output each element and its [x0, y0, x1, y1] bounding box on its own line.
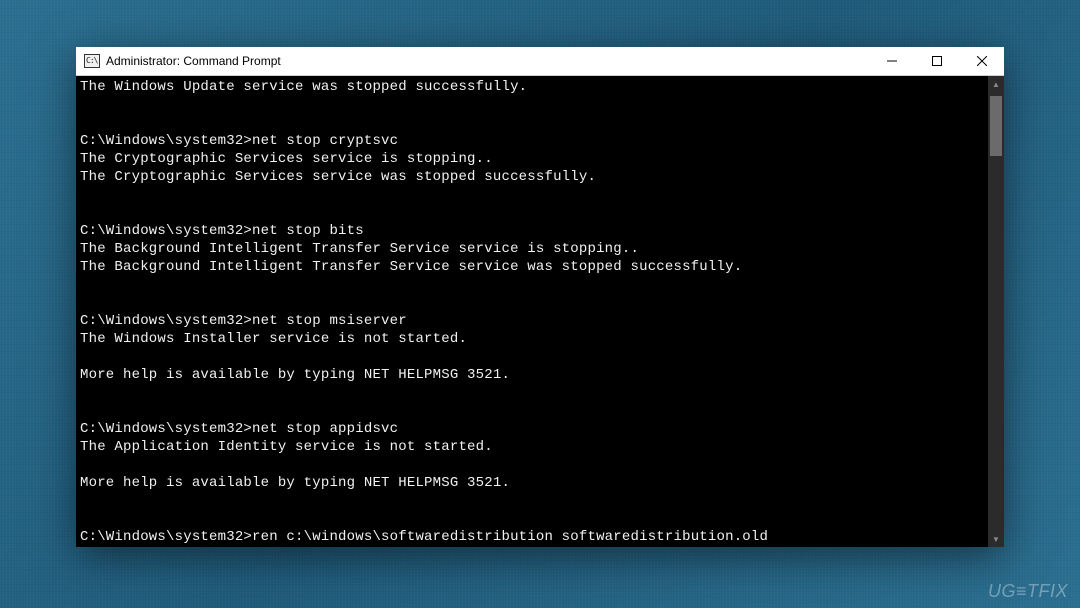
- cmd-icon: C:\: [84, 54, 100, 68]
- watermark: UG≡TFIX: [988, 581, 1068, 602]
- titlebar[interactable]: C:\ Administrator: Command Prompt: [76, 47, 1004, 76]
- minimize-icon: [887, 56, 897, 66]
- maximize-icon: [932, 56, 942, 66]
- minimize-button[interactable]: [869, 47, 914, 75]
- terminal-output[interactable]: The Windows Update service was stopped s…: [76, 76, 988, 547]
- maximize-button[interactable]: [914, 47, 959, 75]
- scroll-up-arrow-icon[interactable]: ▲: [988, 76, 1004, 92]
- window-title: Administrator: Command Prompt: [106, 54, 869, 68]
- terminal-area: The Windows Update service was stopped s…: [76, 76, 1004, 547]
- scrollbar-thumb[interactable]: [990, 96, 1002, 156]
- command-prompt-window: C:\ Administrator: Command Prompt The Wi…: [76, 47, 1004, 547]
- scroll-down-arrow-icon[interactable]: ▼: [988, 531, 1004, 547]
- window-controls: [869, 47, 1004, 75]
- close-button[interactable]: [959, 47, 1004, 75]
- close-icon: [977, 56, 987, 66]
- vertical-scrollbar[interactable]: ▲ ▼: [988, 76, 1004, 547]
